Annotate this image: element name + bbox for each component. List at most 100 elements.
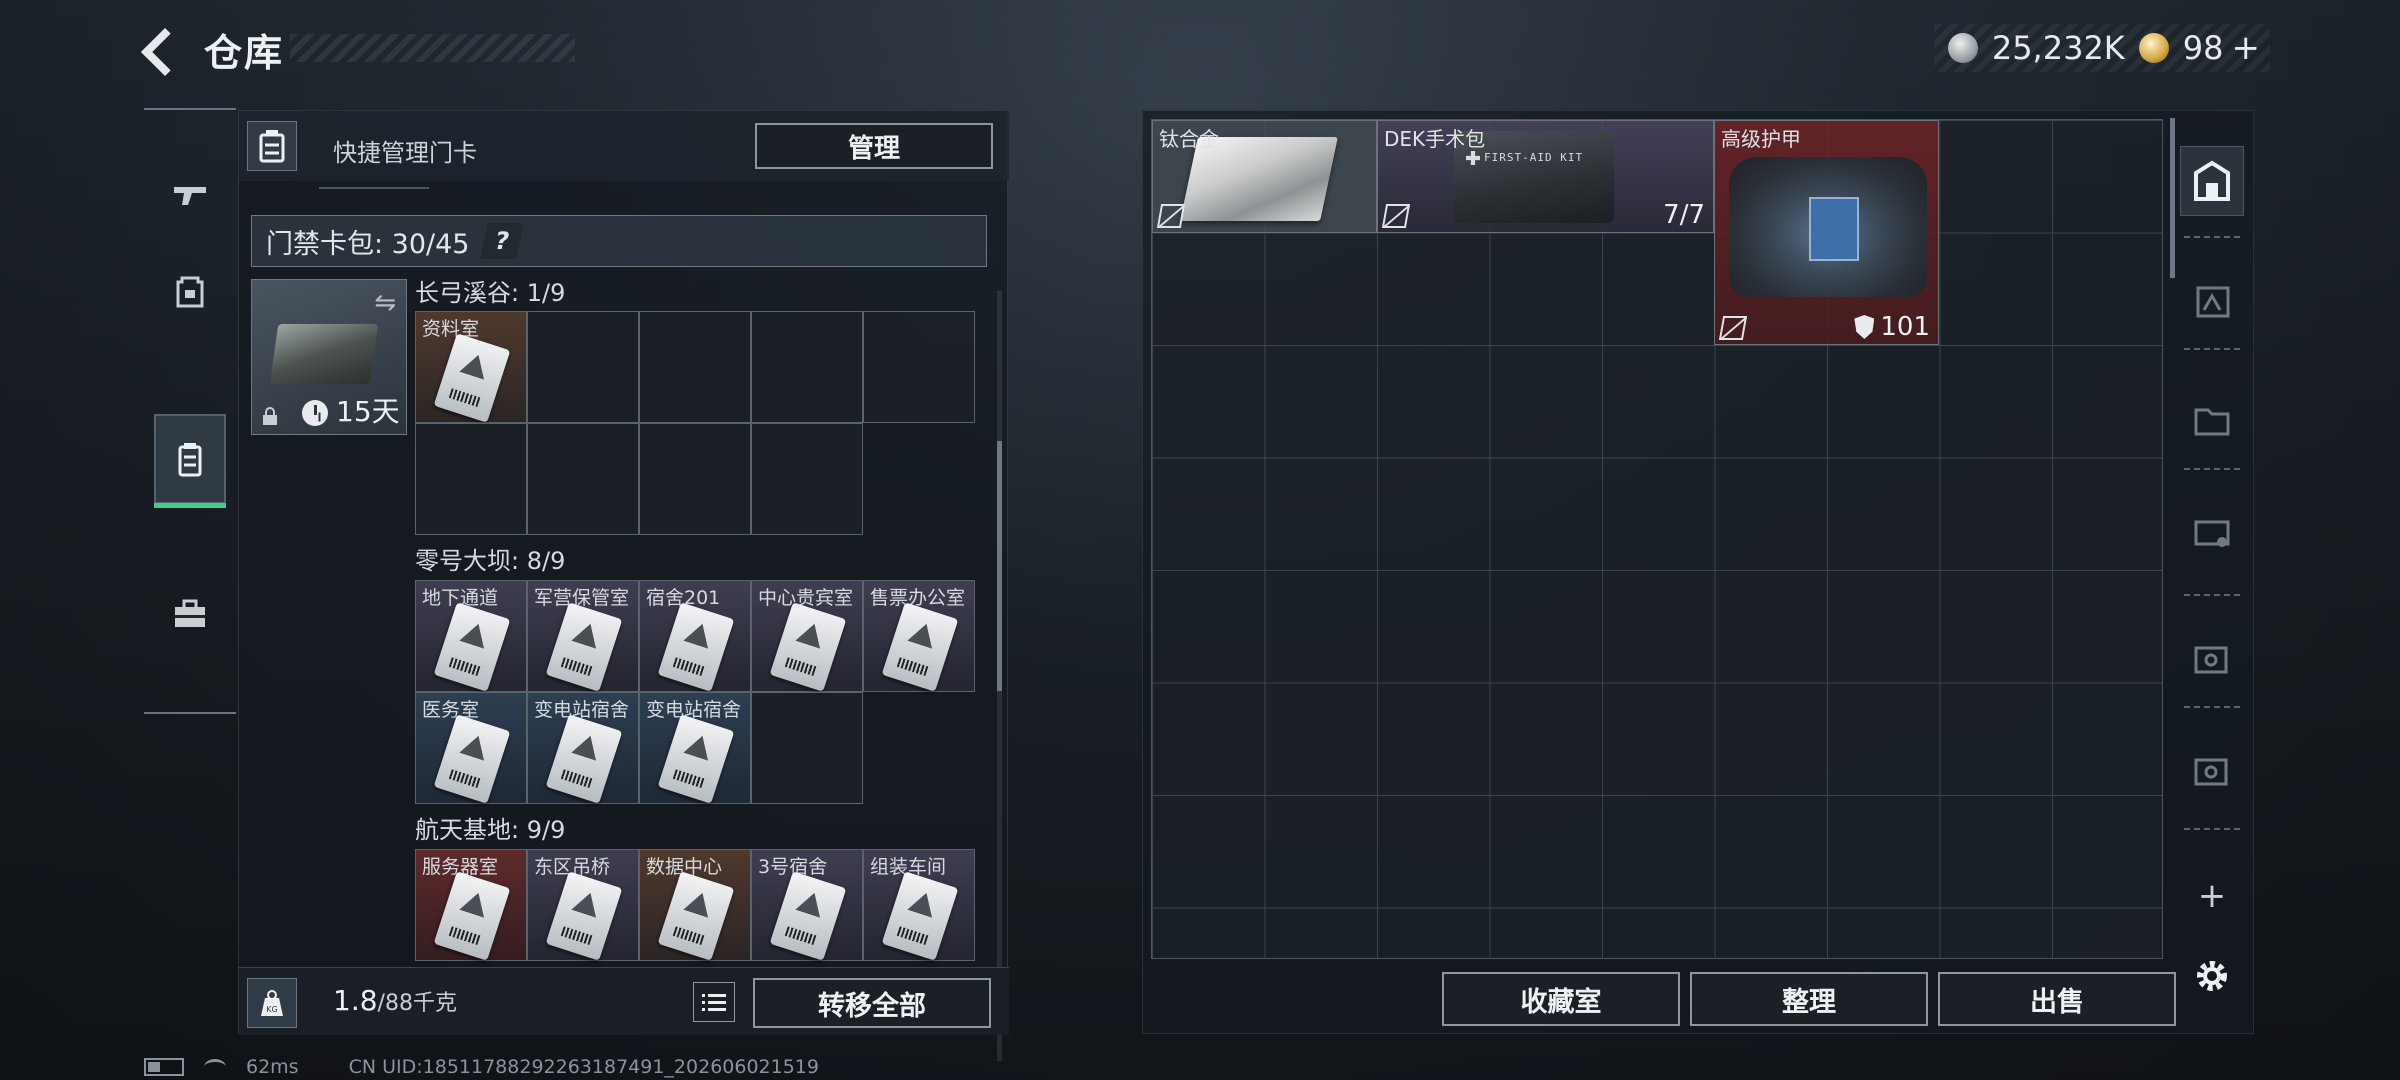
transfer-all-button[interactable]: 转移全部: [753, 978, 991, 1028]
stash-tab-2[interactable]: [2182, 270, 2242, 330]
rail-weapons-button[interactable]: [154, 150, 226, 240]
warehouse-tab-icon: [2196, 286, 2230, 318]
stash-panel: 钛合金 DEK手术包 7/7 高级护甲 101: [1142, 110, 2254, 1034]
keycard-image: [769, 602, 847, 692]
keycard-slot[interactable]: 变电站宿舍: [639, 692, 751, 804]
empty-slot: [639, 423, 751, 535]
sell-button[interactable]: 出售: [1938, 972, 2176, 1026]
item-name: DEK手术包: [1384, 127, 1486, 151]
uid-readout: CN UID:18511788292263187491_202606021519: [348, 1056, 819, 1078]
page-title: 仓库: [204, 31, 285, 75]
empty-slot: [527, 423, 639, 535]
keycard-slot[interactable]: 资料室: [415, 311, 527, 423]
keycard-slot[interactable]: 医务室: [415, 692, 527, 804]
keycard-image: [545, 714, 623, 804]
list-view-button[interactable]: [693, 982, 735, 1022]
separator: [2184, 236, 2240, 238]
keycard-panel-header: 快捷管理门卡 管理: [239, 111, 1009, 181]
title-decoration: [290, 34, 575, 62]
gold-coin-value: 98: [2182, 29, 2224, 67]
keycard-image: [657, 871, 735, 961]
stash-item-titanium[interactable]: 钛合金: [1152, 120, 1377, 233]
separator: [2184, 828, 2240, 830]
keycard-slot[interactable]: 服务器室: [415, 849, 527, 961]
keycard-slot[interactable]: 3号宿舍: [751, 849, 863, 961]
keycard-scroll-thumb[interactable]: [997, 441, 1002, 691]
remaining-days: 15天: [336, 395, 400, 428]
keycard-image: [545, 871, 623, 961]
separator: [2184, 348, 2240, 350]
manage-button[interactable]: 管理: [755, 123, 993, 169]
add-currency-button[interactable]: +: [2232, 28, 2261, 68]
keycard-image: [433, 333, 511, 423]
separator: [2184, 706, 2240, 708]
section-grid-space-base: 服务器室 东区吊桥 数据中心 3号宿舍 组装车间: [415, 849, 975, 967]
safe-box-icon: [2194, 758, 2228, 786]
armor-value: 101: [1880, 312, 1930, 342]
page-header: 仓库: [140, 22, 284, 77]
stash-tab-4[interactable]: [2182, 502, 2242, 562]
list-icon: [702, 994, 726, 1011]
weight-current: 1.8: [333, 984, 378, 1017]
add-stash-button[interactable]: +: [2182, 866, 2242, 926]
weight-icon: KG: [247, 978, 297, 1028]
stash-tab-3[interactable]: [2182, 390, 2242, 450]
swap-icon[interactable]: ⇋: [374, 288, 396, 318]
keycard-image: [657, 714, 735, 804]
rail-backpack-button[interactable]: [154, 245, 226, 335]
rail-toolbox-button[interactable]: [154, 568, 226, 658]
help-button[interactable]: ?: [479, 223, 524, 259]
keycard-slot[interactable]: 中心贵宾室: [751, 580, 863, 692]
empty-slot: [415, 423, 527, 535]
organize-button[interactable]: 整理: [1690, 972, 1928, 1026]
shield-icon: [1854, 315, 1875, 339]
keycard-slot[interactable]: 军营保管室: [527, 580, 639, 692]
keycard-image: [545, 602, 623, 692]
empty-slot: [863, 311, 975, 423]
armor-durability: 101: [1854, 312, 1930, 342]
stash-tab-5[interactable]: [2182, 628, 2242, 688]
folder-tab-icon: [2194, 408, 2230, 436]
section-label-space-base: 航天基地: 9/9: [415, 816, 566, 844]
cardpack-capacity-label: 门禁卡包: 30/45: [266, 228, 470, 260]
empty-slot: [527, 311, 639, 423]
empty-slot: [639, 311, 751, 423]
keycard-image: [433, 871, 511, 961]
weight-readout: 1.8/88千克: [333, 984, 457, 1017]
item-name: 钛合金: [1159, 127, 1219, 151]
keycard-slot[interactable]: 数据中心: [639, 849, 751, 961]
briefcase-icon: [175, 599, 205, 627]
clock-icon: [302, 400, 328, 426]
collection-room-button[interactable]: 收藏室: [1442, 972, 1680, 1026]
card-case-slot[interactable]: ⇋ 15天: [251, 279, 407, 435]
gear-icon: [2197, 961, 2227, 991]
section-label-changgong: 长弓溪谷: 1/9: [415, 279, 566, 307]
keycard-slot[interactable]: 变电站宿舍: [527, 692, 639, 804]
keycard-slot[interactable]: 组装车间: [863, 849, 975, 961]
item-name: 高级护甲: [1721, 127, 1801, 151]
keycard-slot[interactable]: 地下通道: [415, 580, 527, 692]
keycard-case-icon: [178, 443, 202, 477]
stash-tab-6[interactable]: [2182, 740, 2242, 800]
uninsured-icon: [1718, 316, 1748, 340]
divider: [319, 187, 429, 189]
silver-coin-value: 25,232K: [1991, 29, 2125, 67]
stash-grid[interactable]: 钛合金 DEK手术包 7/7 高级护甲 101: [1151, 119, 2163, 959]
keycard-slot[interactable]: 宿舍201: [639, 580, 751, 692]
back-arrow-icon[interactable]: [140, 27, 186, 73]
keycard-slot[interactable]: 东区吊桥: [527, 849, 639, 961]
keycard-slot[interactable]: 售票办公室: [863, 580, 975, 692]
stash-tab-main[interactable]: [2180, 146, 2244, 216]
stash-tab-rail: +: [2170, 110, 2254, 1034]
section-label-zero-dam: 零号大坝: 8/9: [415, 547, 566, 575]
uninsured-icon: [1156, 204, 1186, 228]
keycard-case-icon: [247, 121, 297, 171]
stash-item-armor[interactable]: 高级护甲 101: [1714, 120, 1939, 345]
gold-coin-icon: [2138, 33, 2169, 63]
empty-slot: [751, 423, 863, 535]
rail-keycard-button[interactable]: [154, 414, 226, 508]
stash-item-medkit[interactable]: DEK手术包 7/7: [1377, 120, 1714, 233]
separator: [2184, 594, 2240, 596]
settings-button[interactable]: [2182, 946, 2242, 1006]
wifi-icon: [204, 1059, 226, 1075]
